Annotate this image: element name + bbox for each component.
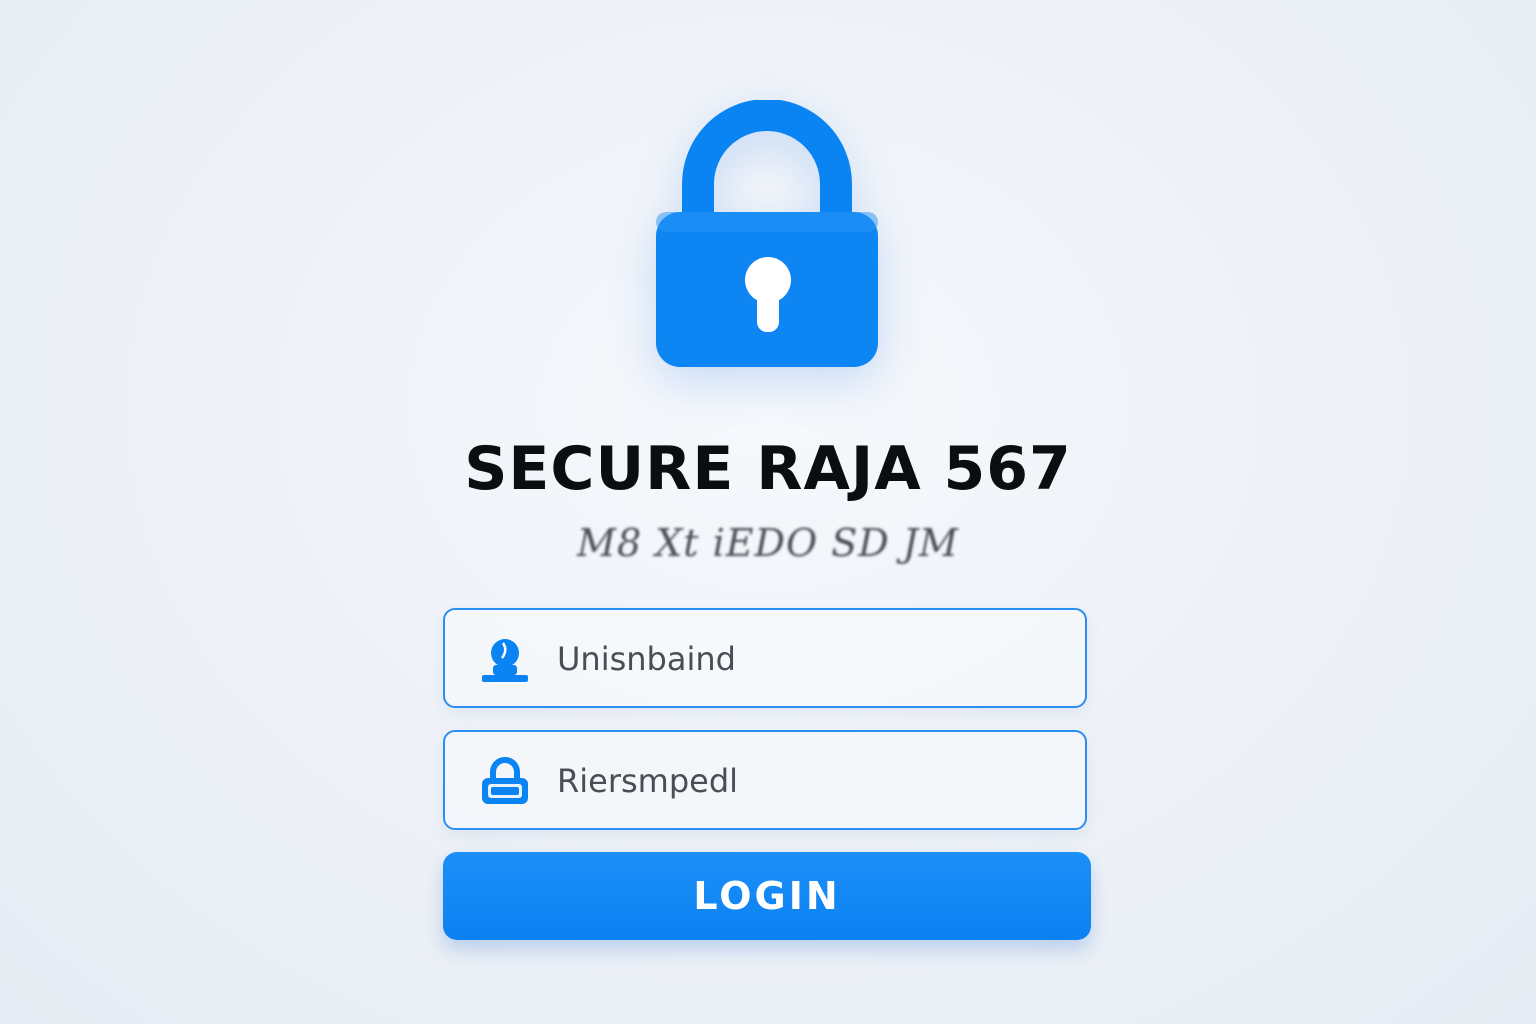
app-title: SECURE RAJA 567 (464, 434, 1072, 504)
username-input[interactable] (557, 630, 1057, 688)
app-subtitle: M8 Xt iEDO SD JM (577, 521, 959, 565)
username-field[interactable] (443, 608, 1087, 708)
password-input[interactable] (557, 752, 1057, 810)
lock-icon (482, 757, 528, 804)
user-icon (482, 639, 528, 682)
padlock-icon (656, 100, 878, 367)
login-button[interactable]: LOGIN (443, 852, 1091, 940)
password-field[interactable] (443, 730, 1087, 830)
